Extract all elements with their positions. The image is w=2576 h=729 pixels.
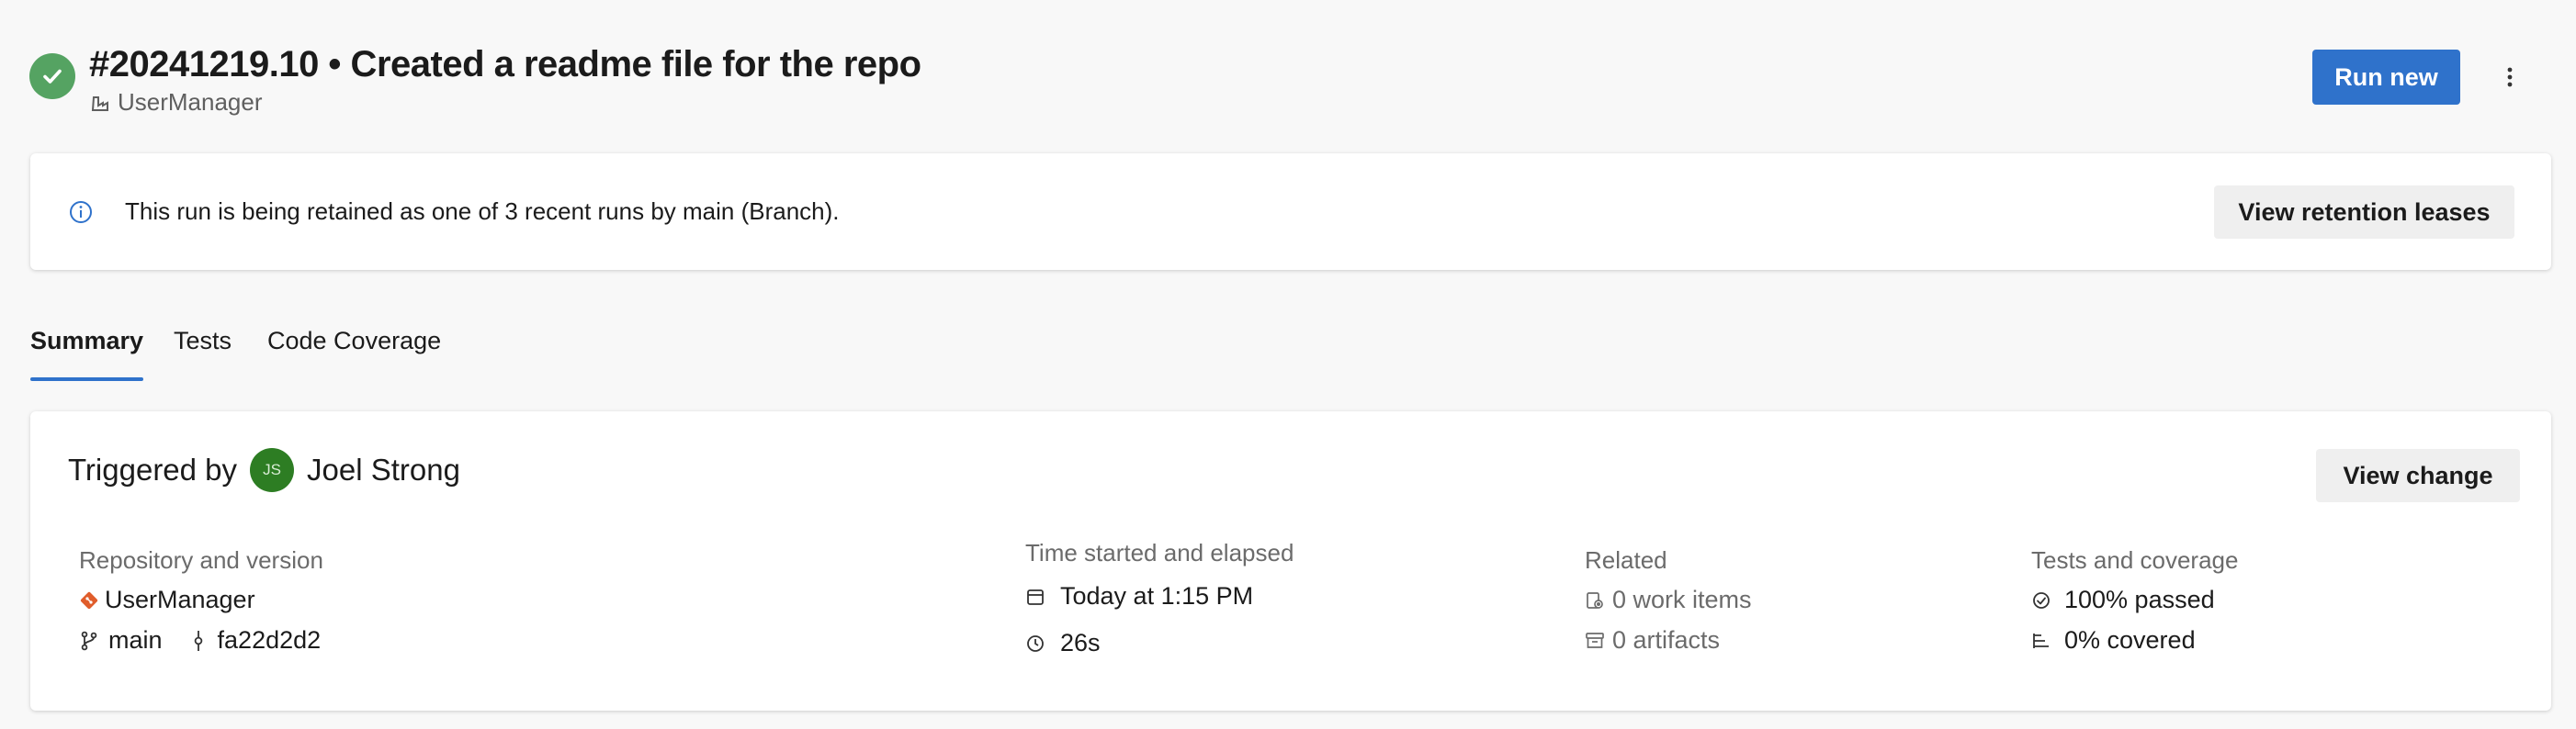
triggered-by: Triggered by JS Joel Strong [68, 448, 460, 492]
more-options-icon[interactable] [2491, 59, 2528, 95]
pipeline-icon [90, 93, 110, 113]
view-retention-leases-button[interactable]: View retention leases [2214, 185, 2514, 239]
active-tab-indicator [30, 377, 143, 381]
artifacts-icon [1585, 631, 1605, 651]
avatar[interactable]: JS [250, 448, 295, 492]
triggered-prefix: Triggered by [68, 453, 238, 487]
branch-icon [79, 631, 99, 651]
code-coverage[interactable]: 0% covered [2031, 626, 2196, 655]
git-repo-icon [79, 590, 99, 611]
run-new-button[interactable]: Run new [2312, 50, 2460, 105]
tab-summary[interactable]: Summary [30, 327, 143, 355]
check-circle-icon [2031, 590, 2051, 611]
summary-card: Triggered by JS Joel Strong View change … [30, 411, 2551, 711]
tests-passed-value[interactable]: 100% passed [2064, 586, 2215, 614]
repository-name[interactable]: UserManager [105, 586, 255, 614]
repository-heading: Repository and version [79, 546, 323, 574]
work-items-count[interactable]: 0 work items [1612, 586, 1752, 614]
success-status-icon [29, 53, 75, 99]
pipeline-link[interactable]: UserManager [90, 88, 263, 117]
commit-icon [188, 630, 209, 651]
elapsed-duration: 26s [1060, 629, 1101, 656]
triggered-user-name[interactable]: Joel Strong [307, 453, 460, 488]
artifacts-count[interactable]: 0 artifacts [1612, 626, 1720, 655]
commit-id[interactable]: fa22d2d2 [218, 626, 322, 655]
time-elapsed: 26s [1025, 629, 1101, 657]
tests-passed[interactable]: 100% passed [2031, 586, 2215, 614]
tests-heading: Tests and coverage [2031, 546, 2239, 574]
view-change-button[interactable]: View change [2316, 449, 2520, 502]
calendar-icon [1025, 587, 1045, 607]
time-started: Today at 1:15 PM [1025, 582, 1253, 611]
run-title: #20241219.10 • Created a readme file for… [89, 44, 921, 84]
tab-tests[interactable]: Tests [174, 327, 232, 355]
pipeline-name[interactable]: UserManager [118, 88, 263, 117]
work-items-icon [1585, 590, 1605, 611]
time-heading: Time started and elapsed [1025, 539, 1294, 566]
start-time: Today at 1:15 PM [1060, 582, 1254, 610]
retention-message: This run is being retained as one of 3 r… [125, 197, 840, 225]
coverage-value[interactable]: 0% covered [2064, 626, 2196, 655]
artifacts-link[interactable]: 0 artifacts [1585, 626, 1720, 655]
branch-name[interactable]: main [108, 626, 163, 655]
info-icon [69, 200, 93, 224]
related-heading: Related [1585, 546, 1667, 574]
repository-link[interactable]: UserManager [79, 586, 255, 614]
branch-info[interactable]: main fa22d2d2 [79, 626, 321, 655]
coverage-icon [2031, 631, 2051, 651]
retention-banner: This run is being retained as one of 3 r… [30, 153, 2551, 270]
tab-code-coverage[interactable]: Code Coverage [267, 327, 441, 355]
clock-icon [1025, 634, 1045, 654]
work-items-link[interactable]: 0 work items [1585, 586, 1752, 614]
